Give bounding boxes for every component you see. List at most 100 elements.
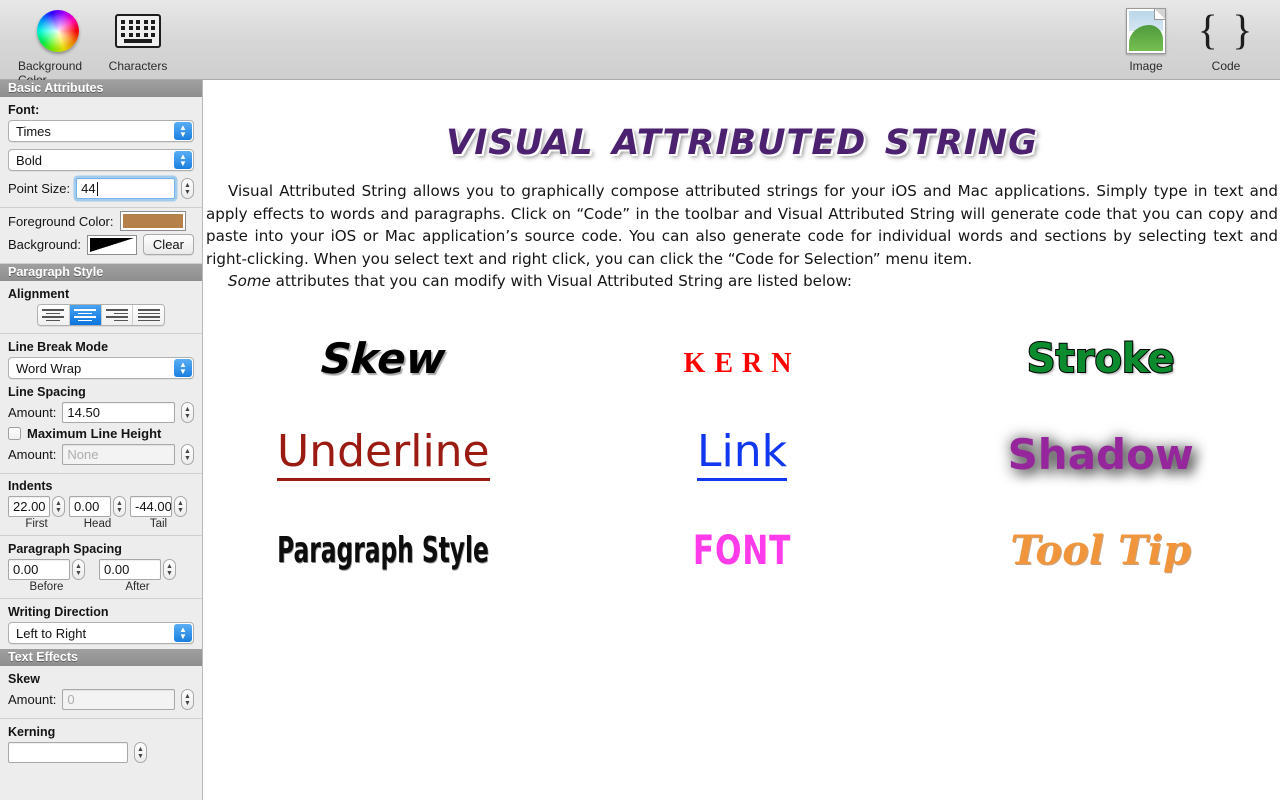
colors-group: Foreground Color: Background: Clear <box>0 207 202 264</box>
indent-tail-caption: Tail <box>149 518 168 530</box>
foreground-color-well[interactable] <box>119 211 186 231</box>
point-size-stepper[interactable]: ▲ ▼ <box>181 178 194 199</box>
skew-amount-stepper[interactable]: ▲ ▼ <box>181 689 194 710</box>
characters-toolbar-button[interactable]: Characters <box>98 0 178 73</box>
spacing-before-value: 0.00 <box>13 562 39 577</box>
spacing-before-stepper[interactable]: ▲ ▼ <box>72 559 85 580</box>
sample-tooltip: Tool Tip <box>1010 527 1191 575</box>
maximum-line-height-input[interactable]: None <box>62 444 175 465</box>
sample-cell: Tool Tip <box>921 527 1280 574</box>
keyboard-icon <box>115 8 161 54</box>
spacing-after-input[interactable]: 0.00 <box>99 559 161 580</box>
indent-first-input[interactable]: 22.00 <box>8 496 50 517</box>
line-break-mode-group: Line Break Mode Word Wrap ▲ ▼ Line Spacin… <box>0 334 202 473</box>
sample-row: Underline Link Shadow <box>204 407 1280 503</box>
foreground-color-row: Foreground Color: <box>8 211 194 231</box>
toolbar-left-group: Background Color Characters <box>18 0 178 87</box>
code-toolbar-button[interactable]: { } Code <box>1186 0 1266 73</box>
chevron-updown-icon: ▲ ▼ <box>174 359 192 377</box>
indent-tail-value: -44.00 <box>135 499 172 514</box>
sample-cell: Underline <box>204 429 563 481</box>
kerning-amount-row: ▲ ▼ <box>8 742 194 763</box>
code-braces-icon: { } <box>1197 8 1255 54</box>
sample-cell: FONT <box>563 528 922 574</box>
background-color-row: Background: Clear <box>8 234 194 255</box>
skew-group: Skew Amount: 0 ▲ ▼ <box>0 666 202 719</box>
indent-head-input[interactable]: 0.00 <box>69 496 111 517</box>
line-break-mode-value: Word Wrap <box>16 360 82 376</box>
spacing-before-input[interactable]: 0.00 <box>8 559 70 580</box>
skew-amount-placeholder: 0 <box>67 692 75 707</box>
paragraph-spacing-fields: 0.00 ▲ ▼ Before 0.00 ▲ ▼ After <box>8 559 194 593</box>
align-center-button[interactable] <box>69 305 102 325</box>
line-spacing-row: Amount: 14.50 ▲ ▼ <box>8 402 194 423</box>
point-size-input[interactable]: 44 <box>76 178 175 199</box>
font-style-select[interactable]: Bold ▲ ▼ <box>8 149 194 171</box>
toolbar: Background Color Characters <box>0 0 1280 87</box>
sample-underline: Underline <box>277 429 490 481</box>
app-window: Background Color Characters <box>0 0 1280 800</box>
alignment-segmented-control[interactable] <box>37 304 165 326</box>
document-paragraph-2-rest: attributes that you can modify with Visu… <box>270 272 852 291</box>
sample-cell: Kern <box>563 335 922 382</box>
document-canvas[interactable]: Visual Attributed String Visual Attribut… <box>204 80 1280 800</box>
toolbar-right-group: Image { } Code <box>1106 0 1266 80</box>
point-size-value: 44 <box>81 181 96 196</box>
indent-head-col: 0.00 ▲ ▼ Head <box>69 496 126 530</box>
spacing-before-caption: Before <box>29 581 64 593</box>
font-label: Font: <box>8 103 40 117</box>
line-spacing-label: Line Spacing <box>8 385 86 399</box>
background-color-well[interactable] <box>87 234 137 255</box>
maximum-line-height-checkbox[interactable] <box>8 427 21 440</box>
font-style-value: Bold <box>16 152 43 168</box>
line-spacing-input[interactable]: 14.50 <box>62 402 175 423</box>
section-header-basic-attributes: Basic Attributes <box>0 80 202 97</box>
document-paragraph-2: Some attributes that you can modify with… <box>206 270 1278 293</box>
spacing-after-value: 0.00 <box>104 562 130 577</box>
align-justify-button[interactable] <box>133 305 164 325</box>
kerning-label: Kerning <box>8 725 56 739</box>
inspector-sidebar[interactable]: Basic Attributes Font: Times ▲ ▼ Bold ▲ ▼ … <box>0 80 203 800</box>
writing-direction-select[interactable]: Left to Right ▲ ▼ <box>8 622 194 644</box>
spacing-after-col: 0.00 ▲ ▼ After <box>99 559 176 593</box>
indent-head-value: 0.00 <box>74 499 100 514</box>
clear-button[interactable]: Clear <box>142 234 194 255</box>
line-break-mode-label: Line Break Mode <box>8 340 109 354</box>
background-label: Background: <box>8 237 81 252</box>
indent-tail-input[interactable]: -44.00 <box>130 496 172 517</box>
indent-tail-stepper[interactable]: ▲ ▼ <box>174 496 187 517</box>
indents-group: Indents 22.00 ▲ ▼ First 0.00 ▲ ▼ Head -4… <box>0 473 202 536</box>
sample-kern: Kern <box>683 336 801 382</box>
sample-link[interactable]: Link <box>696 429 788 481</box>
indent-first-stepper[interactable]: ▲ ▼ <box>52 496 65 517</box>
skew-amount-input[interactable]: 0 <box>62 689 175 710</box>
line-break-mode-select[interactable]: Word Wrap ▲ ▼ <box>8 357 194 379</box>
document-title: Visual Attributed String <box>446 108 1038 166</box>
skew-amount-row: Amount: 0 ▲ ▼ <box>8 689 194 710</box>
font-family-select[interactable]: Times ▲ ▼ <box>8 120 194 142</box>
sample-stroke: Stroke <box>1026 335 1176 383</box>
paragraph-spacing-label: Paragraph Spacing <box>8 542 122 556</box>
indent-first-value: 22.00 <box>13 499 46 514</box>
chevron-updown-icon: ▲ ▼ <box>174 624 192 642</box>
sample-cell: Skew <box>204 334 563 383</box>
line-spacing-stepper[interactable]: ▲ ▼ <box>181 402 194 423</box>
indents-label: Indents <box>8 479 53 493</box>
foreground-color-label: Foreground Color: <box>8 213 114 229</box>
line-spacing-value: 14.50 <box>67 405 100 420</box>
indent-first-col: 22.00 ▲ ▼ First <box>8 496 65 530</box>
document-paragraph-1: Visual Attributed String allows you to g… <box>206 182 1278 268</box>
point-size-row: Point Size: 44 ▲ ▼ <box>8 178 194 199</box>
kerning-amount-input[interactable] <box>8 742 128 763</box>
background-color-toolbar-button[interactable]: Background Color <box>18 0 98 87</box>
align-right-button[interactable] <box>101 305 134 325</box>
maximum-line-height-row: Maximum Line Height <box>8 426 194 441</box>
maximum-line-height-stepper[interactable]: ▲ ▼ <box>181 444 194 465</box>
spacing-after-stepper[interactable]: ▲ ▼ <box>163 559 176 580</box>
kerning-amount-stepper[interactable]: ▲ ▼ <box>134 742 147 763</box>
indent-head-stepper[interactable]: ▲ ▼ <box>113 496 126 517</box>
chevron-updown-icon: ▲ ▼ <box>174 122 192 140</box>
image-toolbar-button[interactable]: Image <box>1106 0 1186 73</box>
align-left-button[interactable] <box>38 305 70 325</box>
chevron-updown-icon: ▲ ▼ <box>174 151 192 169</box>
